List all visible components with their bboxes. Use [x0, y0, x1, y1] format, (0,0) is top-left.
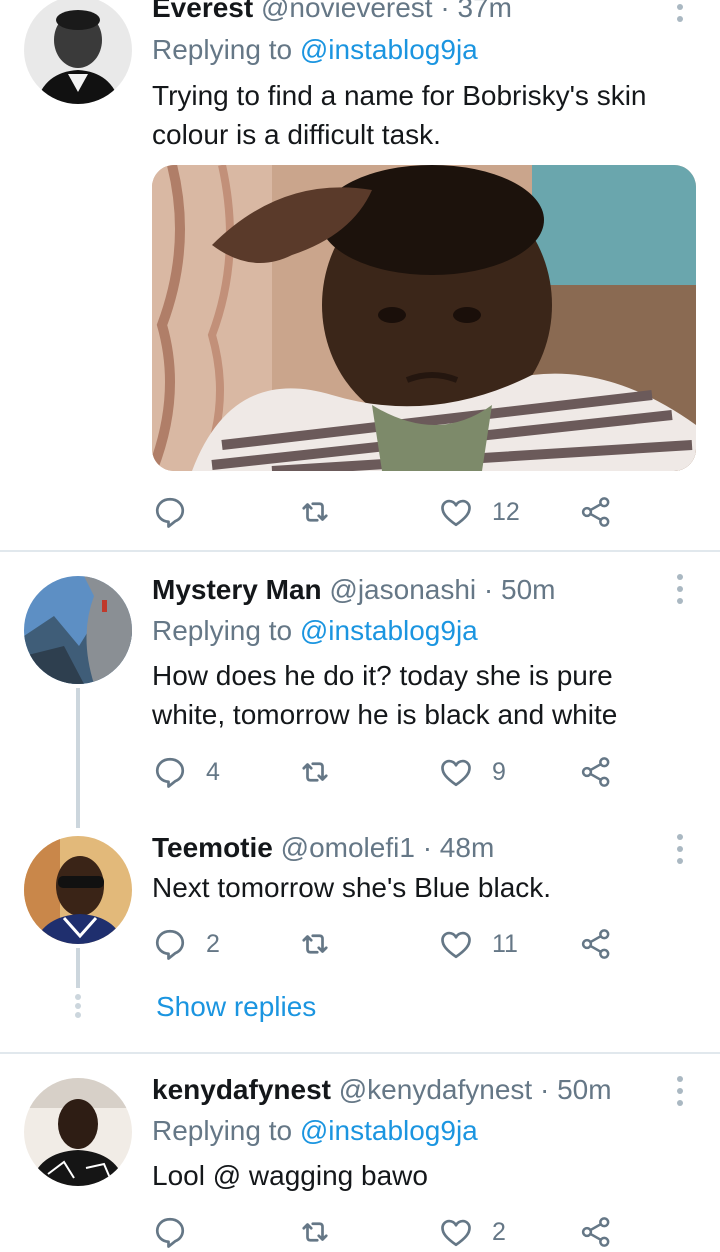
retweet-icon [302, 1222, 328, 1242]
reply-button[interactable] [152, 1212, 206, 1252]
media-photo [152, 165, 696, 471]
share-icon [581, 757, 610, 787]
separator-dot: · [422, 832, 433, 863]
heart-icon [441, 499, 471, 527]
tweet-mystery-man[interactable]: Mystery Man @jasonashi · 50m Replying to… [0, 552, 720, 832]
replying-to-label: Replying to [152, 615, 293, 646]
avatar-image [24, 0, 132, 104]
user-handle[interactable]: @novieverest [261, 0, 433, 23]
heart-icon [441, 1219, 471, 1247]
heart-icon [441, 759, 471, 787]
avatar-teemotie[interactable] [24, 836, 132, 944]
share-button[interactable] [578, 1212, 614, 1252]
thread-more-dots [74, 994, 82, 1020]
like-button[interactable]: 9 [438, 752, 506, 792]
more-options-icon[interactable] [670, 574, 690, 610]
user-handle[interactable]: @kenydafynest [339, 1074, 532, 1105]
reply-count: 2 [206, 929, 220, 958]
share-icon [581, 1217, 610, 1247]
replying-to-link[interactable]: @instablog9ja [300, 34, 478, 65]
share-button[interactable] [578, 924, 614, 964]
tweet-actions: 2 [152, 1212, 672, 1252]
replying-to: Replying to @instablog9ja [152, 32, 478, 68]
avatar-mystery-man[interactable] [24, 576, 132, 684]
share-icon [581, 929, 610, 959]
retweet-button[interactable] [297, 752, 333, 792]
like-button[interactable]: 12 [438, 492, 520, 532]
like-count: 2 [492, 1217, 506, 1246]
reply-icon [155, 497, 185, 528]
retweet-button[interactable] [297, 924, 333, 964]
timestamp[interactable]: 48m [440, 832, 494, 863]
like-button[interactable]: 11 [438, 924, 518, 964]
retweet-icon [302, 502, 328, 522]
display-name[interactable]: Mystery Man [152, 574, 322, 605]
avatar-kenydafynest[interactable] [24, 1078, 132, 1186]
like-count: 11 [492, 929, 518, 958]
avatar-image [24, 1078, 132, 1186]
timestamp[interactable]: 37m [457, 0, 511, 23]
like-count: 9 [492, 757, 506, 786]
replying-to-link[interactable]: @instablog9ja [300, 615, 478, 646]
tweet-text: Lool @ wagging bawo [152, 1160, 428, 1191]
retweet-icon [302, 762, 328, 782]
replying-to-label: Replying to [152, 34, 293, 65]
separator-dot: · [483, 574, 494, 605]
replying-to: Replying to @instablog9ja [152, 1113, 478, 1149]
like-button[interactable]: 2 [438, 1212, 506, 1252]
show-replies-link[interactable]: Show replies [156, 989, 316, 1025]
like-count: 12 [492, 497, 520, 526]
tweet-teemotie[interactable]: Teemotie @omolefi1 · 48m Next tomorrow s… [0, 812, 720, 1052]
tweet-actions: 4 9 [152, 752, 672, 792]
reply-count: 4 [206, 757, 220, 786]
user-handle[interactable]: @jasonashi [329, 574, 476, 605]
tweet-actions: 2 11 [152, 924, 672, 964]
more-options-icon[interactable] [670, 0, 690, 28]
tweet-text: Trying to find a name for Bobrisky's ski… [152, 80, 647, 150]
replying-to-label: Replying to [152, 1115, 293, 1146]
share-icon [581, 497, 610, 527]
tweet-header: Teemotie @omolefi1 · 48m [152, 830, 494, 866]
share-button[interactable] [578, 492, 614, 532]
tweet-kenydafynest[interactable]: kenydafynest @kenydafynest · 50m Replyin… [0, 1054, 720, 1252]
display-name[interactable]: Everest [152, 0, 253, 23]
heart-icon [441, 931, 471, 959]
reply-button[interactable] [152, 492, 206, 532]
tweet-everest[interactable]: Everest @novieverest · 37m Replying to @… [0, 0, 720, 550]
timestamp[interactable]: 50m [501, 574, 555, 605]
share-button[interactable] [578, 752, 614, 792]
replying-to-link[interactable]: @instablog9ja [300, 1115, 478, 1146]
retweet-icon [302, 934, 328, 954]
retweet-button[interactable] [297, 492, 333, 532]
avatar-everest[interactable] [24, 0, 132, 104]
tweet-text: How does he do it? today she is pure whi… [152, 660, 618, 730]
avatar-image [24, 576, 132, 684]
tweet-text: Next tomorrow she's Blue black. [152, 872, 552, 903]
avatar-image [24, 836, 132, 944]
reply-button[interactable]: 2 [152, 924, 220, 964]
tweet-header: kenydafynest @kenydafynest · 50m [152, 1072, 612, 1108]
tweet-header: Mystery Man @jasonashi · 50m [152, 572, 556, 608]
tweet-header: Everest @novieverest · 37m [152, 0, 512, 26]
user-handle[interactable]: @omolefi1 [281, 832, 415, 863]
timestamp[interactable]: 50m [557, 1074, 611, 1105]
reply-icon [155, 757, 185, 788]
more-options-icon[interactable] [670, 1076, 690, 1112]
display-name[interactable]: Teemotie [152, 832, 273, 863]
tweet-media-image[interactable] [152, 165, 696, 471]
replying-to: Replying to @instablog9ja [152, 613, 478, 649]
retweet-button[interactable] [297, 1212, 333, 1252]
reply-icon [155, 1217, 185, 1248]
more-options-icon[interactable] [670, 834, 690, 870]
thread-connector [76, 948, 80, 988]
thread-connector [76, 688, 80, 828]
display-name[interactable]: kenydafynest [152, 1074, 331, 1105]
separator-dot: · [440, 0, 450, 23]
tweet-actions: 12 [152, 492, 672, 532]
reply-icon [155, 929, 185, 960]
separator-dot: · [539, 1074, 550, 1105]
reply-button[interactable]: 4 [152, 752, 220, 792]
